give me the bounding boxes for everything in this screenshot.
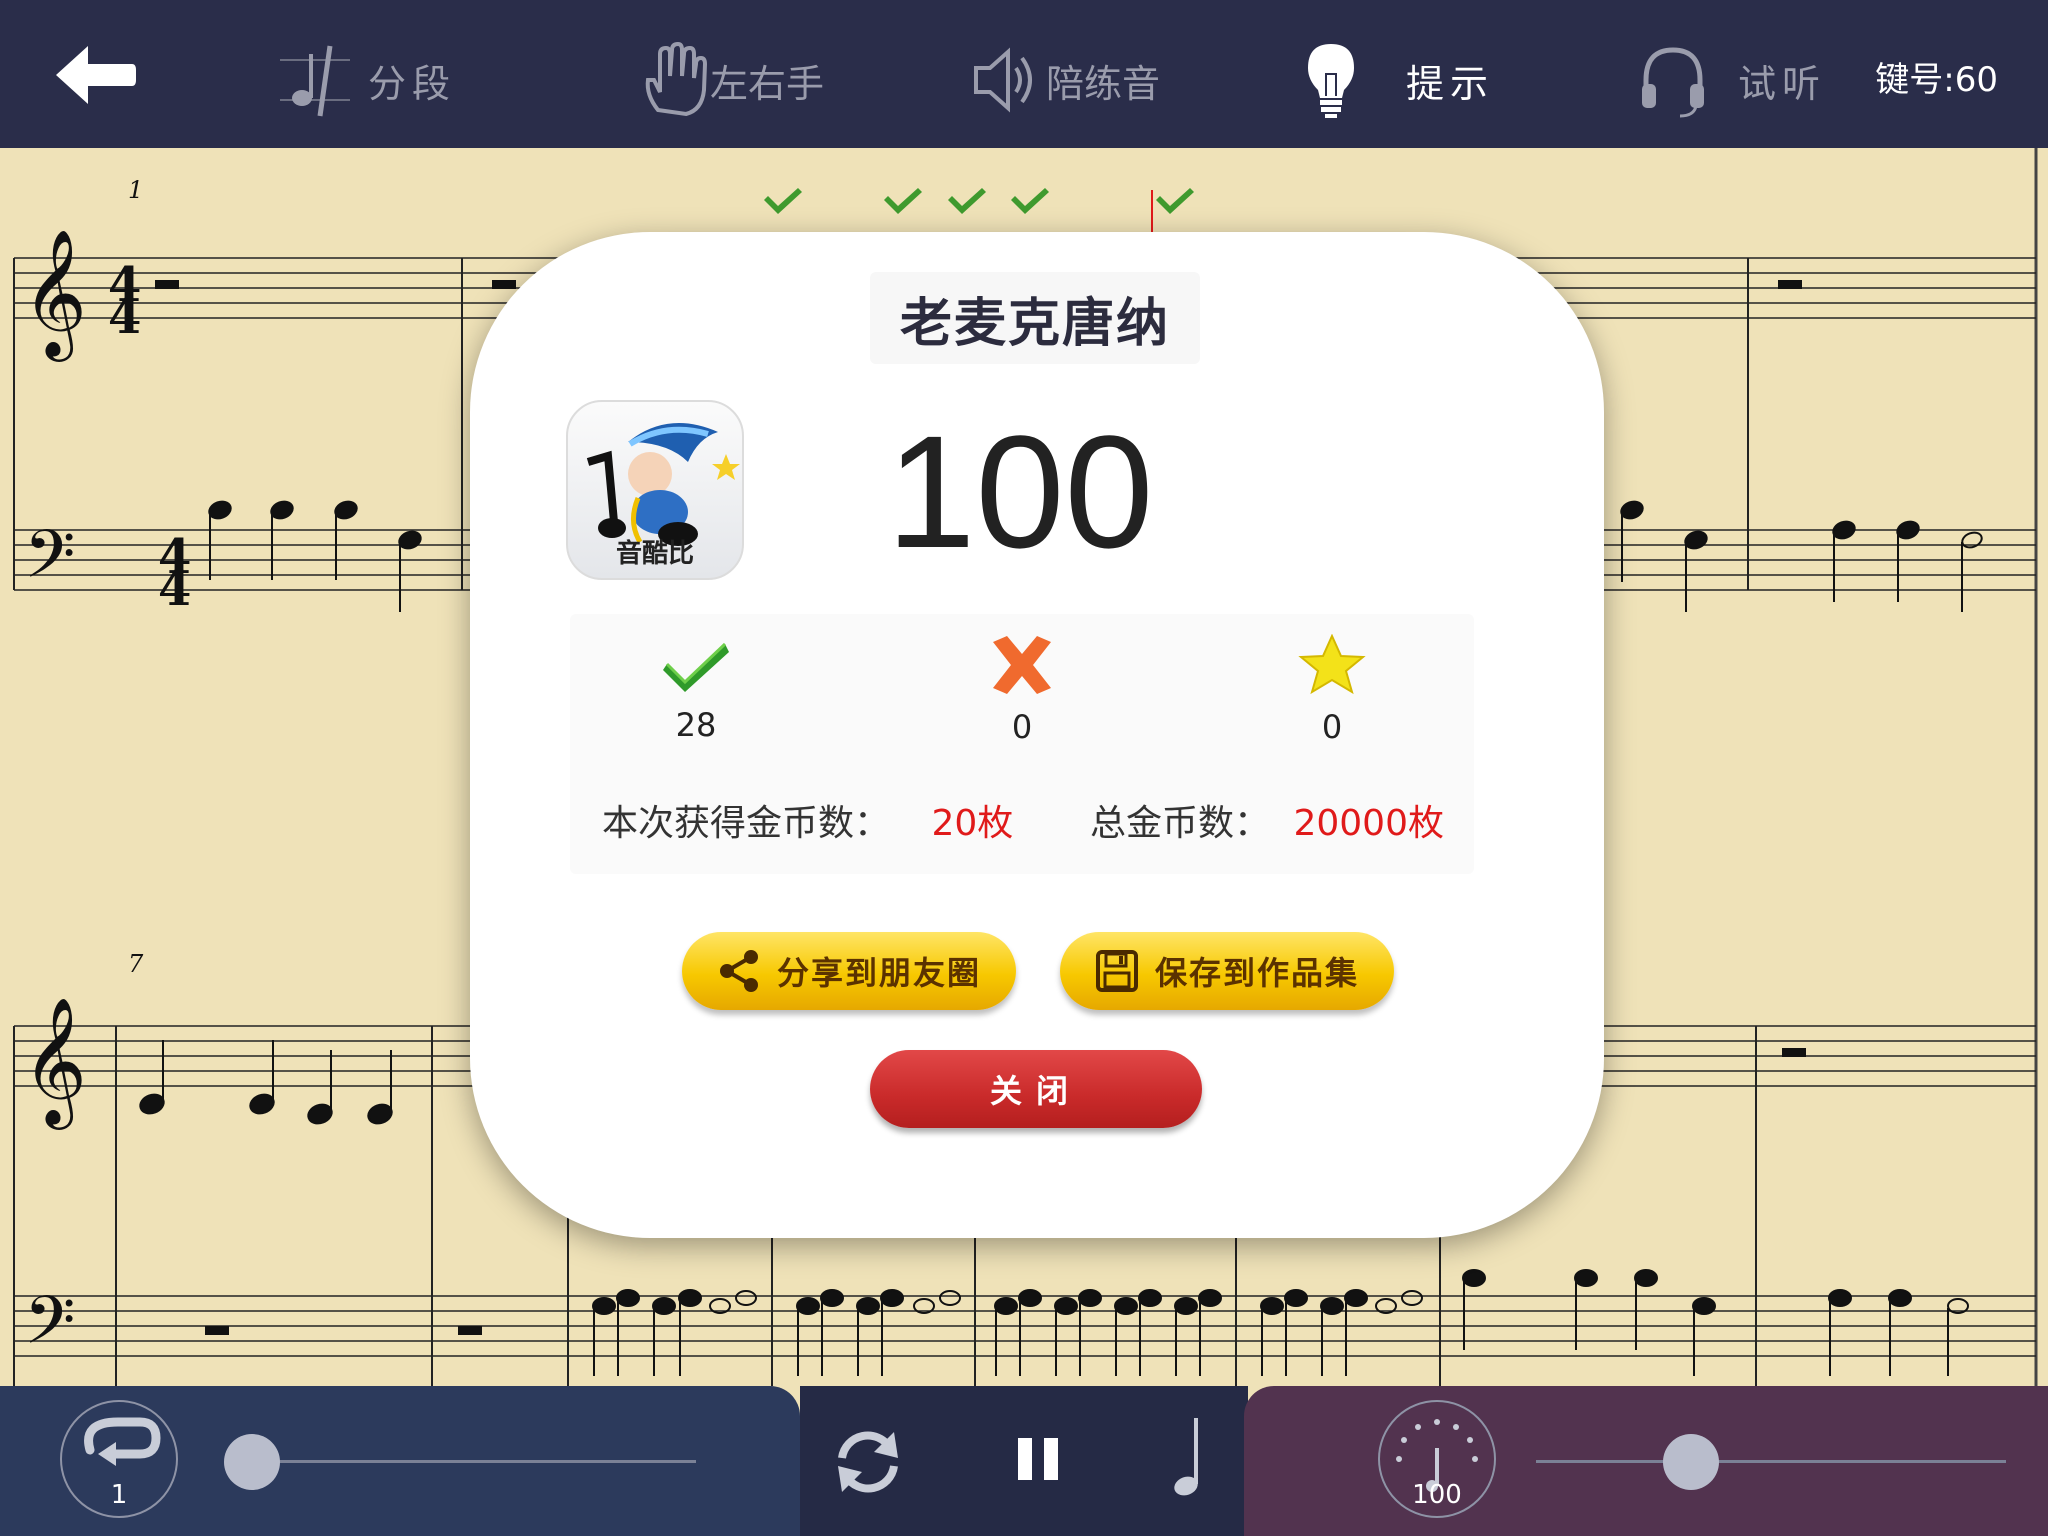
pause-icon <box>1018 1438 1058 1480</box>
coins-earned: 本次获得金币数： 20枚 <box>602 794 1013 846</box>
share-icon <box>717 949 761 993</box>
refresh-icon <box>838 1431 898 1493</box>
hands-button[interactable]: 左右手 <box>640 40 824 120</box>
coins-total-value: 20000枚 <box>1293 803 1444 844</box>
share-button[interactable]: 分享到朋友圈 <box>682 932 1016 1010</box>
tempo-slider-knob[interactable] <box>1663 1434 1720 1490</box>
tempo-controls: 100 <box>1244 1386 2048 1536</box>
quarter-note-icon <box>1174 1418 1198 1496</box>
coins-total-label: 总金币数： <box>1090 803 1271 844</box>
back-button[interactable] <box>48 40 148 110</box>
segment-button[interactable]: 分段 <box>280 40 456 120</box>
headphones-icon <box>1638 40 1708 120</box>
stat-stars: 0 <box>1262 633 1402 746</box>
treble-clef-1: 𝄞 <box>22 228 87 362</box>
star-count: 0 <box>1321 708 1343 746</box>
correct-count: 28 <box>675 706 717 744</box>
pause-button[interactable] <box>1014 1434 1062 1484</box>
close-button[interactable]: 关闭 <box>870 1050 1202 1128</box>
bass-notes-system-2 <box>592 1269 1969 1376</box>
hand-icon <box>640 40 710 120</box>
score-value: 100 <box>886 402 1154 581</box>
stat-correct: 28 <box>626 634 766 744</box>
bass-clef-1: 𝄢 <box>24 516 75 609</box>
star-icon <box>1298 633 1366 695</box>
segment-label: 分段 <box>368 61 457 106</box>
green-check-icon <box>663 642 729 692</box>
lightbulb-icon <box>1296 40 1366 120</box>
loop-count: 1 <box>110 1480 128 1510</box>
coins-earned-value: 20枚 <box>931 803 1014 844</box>
coins-total: 总金币数： 20000枚 <box>1090 794 1444 846</box>
svg-text:4: 4 <box>158 561 191 617</box>
tempo-dial[interactable]: 100 <box>1378 1400 1496 1518</box>
speaker-icon <box>970 40 1040 120</box>
share-label: 分享到朋友圈 <box>776 954 981 992</box>
hands-label: 左右手 <box>710 61 825 106</box>
measure-number-7: 7 <box>128 950 144 978</box>
accompaniment-button[interactable]: 陪练音 <box>970 40 1160 120</box>
treble-clef-2: 𝄞 <box>22 996 87 1130</box>
tempo-value: 100 <box>1412 1480 1462 1510</box>
loop-slider-knob[interactable] <box>224 1434 280 1490</box>
playback-controls <box>800 1386 1248 1536</box>
tempo-slider-track[interactable] <box>1536 1460 2006 1463</box>
result-dialog: 老麦克唐纳 音酷比 100 28 0 0 本次获得金币数： 20枚 总金币数： … <box>470 232 1604 1238</box>
hint-button[interactable]: 提示 <box>1296 40 1494 120</box>
app-logo: 音酷比 <box>566 400 744 580</box>
bass-clef-2: 𝄢 <box>24 1282 75 1375</box>
listen-label: 试听 <box>1738 61 1827 106</box>
stats-panel: 28 0 0 本次获得金币数： 20枚 总金币数： 20000枚 <box>570 614 1474 874</box>
listen-button[interactable]: 试听 <box>1638 40 1826 120</box>
note-check-marks <box>764 188 1194 214</box>
loop-slider-track[interactable] <box>252 1460 696 1463</box>
metronome-note-button[interactable] <box>1172 1414 1212 1504</box>
song-title: 老麦克唐纳 <box>870 272 1200 364</box>
accompaniment-label: 陪练音 <box>1046 61 1161 106</box>
restart-button[interactable] <box>828 1422 908 1502</box>
app-logo-text: 音酷比 <box>615 539 694 569</box>
orange-cross-icon <box>993 636 1051 694</box>
loop-button[interactable]: 1 <box>60 1400 178 1518</box>
wrong-count: 0 <box>1011 708 1033 746</box>
treble-notes-system-2 <box>139 1040 393 1125</box>
measure-number-1: 1 <box>128 176 143 204</box>
coins-earned-label: 本次获得金币数： <box>602 803 891 844</box>
stat-wrong: 0 <box>952 634 1092 746</box>
floppy-disk-icon <box>1095 949 1139 993</box>
loop-controls: 1 <box>0 1386 800 1536</box>
svg-text:4: 4 <box>108 289 141 345</box>
save-button[interactable]: 保存到作品集 <box>1060 932 1394 1010</box>
back-arrow-icon <box>56 46 136 104</box>
loop-icon <box>84 1417 161 1466</box>
hint-label: 提示 <box>1406 61 1495 106</box>
save-label: 保存到作品集 <box>1154 954 1359 992</box>
key-number: 键号:60 <box>1875 60 1998 100</box>
top-toolbar: 分段 左右手 陪练音 提示 试听 键号:60 <box>0 0 2048 148</box>
segment-note-icon <box>280 40 350 120</box>
